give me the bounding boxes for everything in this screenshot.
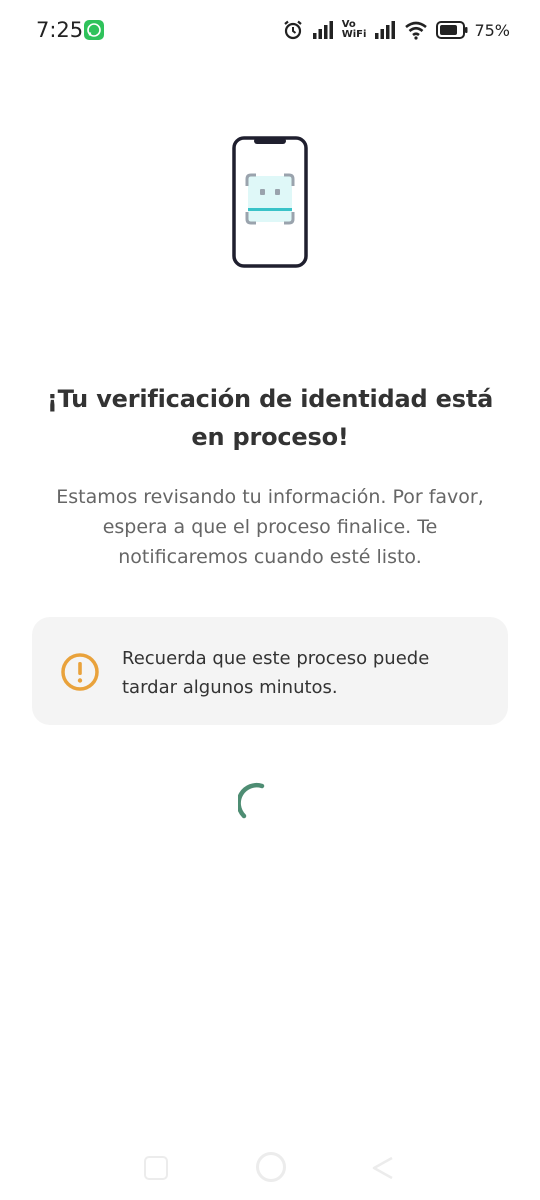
whatsapp-icon: [84, 20, 104, 40]
home-icon[interactable]: [256, 1152, 286, 1182]
back-icon[interactable]: [368, 1154, 396, 1182]
system-nav-bar: [0, 1140, 540, 1200]
loading-spinner-icon: [236, 782, 282, 826]
wifi-icon: [404, 20, 428, 40]
page-title: ¡Tu verificación de identidad está en pr…: [46, 385, 494, 451]
battery-icon: [436, 21, 468, 39]
signal-icon: [312, 20, 334, 40]
description-text: Estamos revisando tu información. Por fa…: [56, 486, 484, 568]
recents-icon[interactable]: [144, 1156, 168, 1180]
notice-card: Recuerda que este proceso puede tardar a…: [32, 617, 508, 725]
vowifi-indicator: Vo WiFi: [342, 20, 367, 40]
status-icons: Vo WiFi 75%: [282, 18, 510, 42]
vowifi-line2: WiFi: [341, 29, 367, 40]
phone-face-scan-icon: [232, 136, 308, 268]
signal-icon-2: [374, 20, 396, 40]
battery-percent: 75%: [474, 20, 510, 40]
alarm-icon: [282, 19, 304, 41]
notice-text: Recuerda que este proceso puede tardar a…: [122, 648, 430, 698]
status-bar: 7:25 Vo WiFi 75%: [0, 0, 540, 60]
info-icon: [60, 652, 100, 692]
status-time: 7:25: [36, 18, 84, 42]
